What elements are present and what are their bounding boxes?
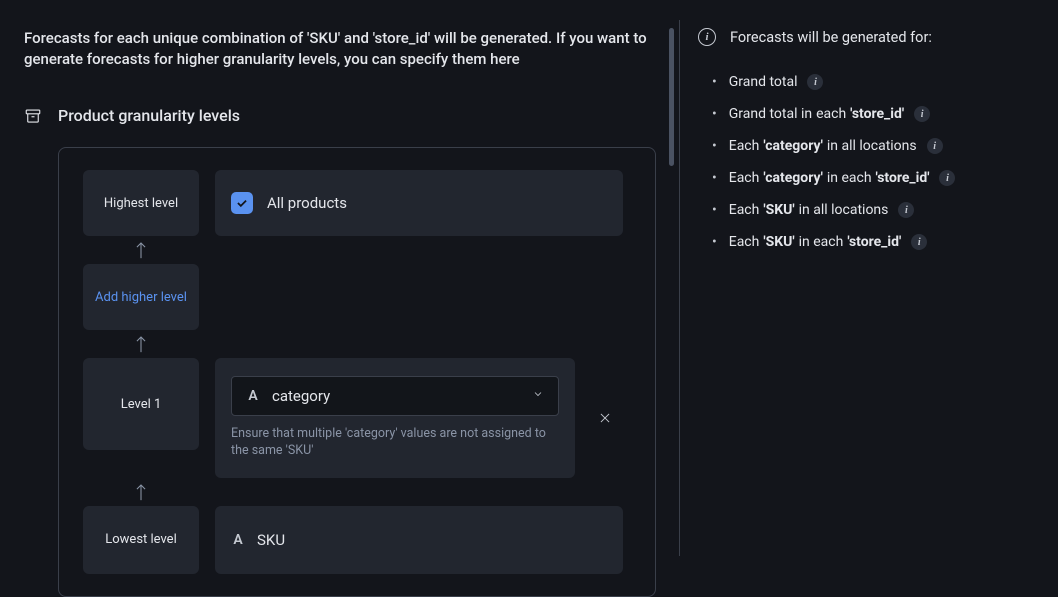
level-label-1: Level 1 <box>83 358 199 450</box>
category-select[interactable]: A category <box>231 376 559 416</box>
info-icon[interactable]: i <box>911 234 927 250</box>
section-header: Product granularity levels <box>24 106 656 125</box>
all-products-checkbox[interactable] <box>231 192 253 214</box>
levels-container: Highest level All products Add higher le… <box>58 147 656 597</box>
forecast-item: Each'SKU'in each'store_id'i <box>712 226 1034 258</box>
level-content-1: A category Ensure that multiple 'categor… <box>215 358 575 478</box>
info-icon[interactable]: i <box>807 74 823 90</box>
category-select-value: category <box>272 387 520 405</box>
level-row-add-higher: Add higher level <box>83 264 623 330</box>
level-row-level1: Level 1 A category Ensure that multiple … <box>83 358 623 478</box>
arrow-add-to-level1 <box>83 330 199 358</box>
info-icon: i <box>698 28 716 46</box>
level-row-lowest: Lowest level A SKU <box>83 506 623 574</box>
section-title: Product granularity levels <box>58 106 240 125</box>
forecast-item: Grand totali <box>712 66 1034 98</box>
text-type-icon: A <box>246 389 260 403</box>
close-icon <box>598 411 612 425</box>
level-content-lowest: A SKU <box>215 506 623 574</box>
archive-icon <box>24 107 42 125</box>
category-hint: Ensure that multiple 'category' values a… <box>231 426 559 460</box>
scrollbar-thumb[interactable] <box>669 28 674 166</box>
chevron-down-icon <box>532 388 544 404</box>
arrow-up-icon <box>134 334 148 354</box>
left-panel: Forecasts for each unique combination of… <box>0 0 680 556</box>
info-icon[interactable]: i <box>914 106 930 122</box>
add-higher-level-button[interactable]: Add higher level <box>83 264 199 330</box>
level-row-highest: Highest level All products <box>83 170 623 236</box>
remove-level-button[interactable] <box>587 411 623 425</box>
checkmark-icon <box>235 196 249 210</box>
info-icon[interactable]: i <box>927 138 943 154</box>
info-icon[interactable]: i <box>898 202 914 218</box>
level-content-highest: All products <box>215 170 623 236</box>
forecast-item: Each'SKU'in all locationsi <box>712 194 1034 226</box>
arrow-up-icon <box>134 240 148 260</box>
text-type-icon: A <box>231 533 245 547</box>
forecast-item: Each'category'in all locationsi <box>712 130 1034 162</box>
right-title: Forecasts will be generated for: <box>730 29 932 46</box>
arrow-highest-to-add <box>83 236 199 264</box>
all-products-label: All products <box>267 194 347 212</box>
forecast-list: Grand totaliGrand total ineach'store_id'… <box>698 66 1034 258</box>
forecast-item: Each'category'in each'store_id'i <box>712 162 1034 194</box>
description-text: Forecasts for each unique combination of… <box>24 28 656 70</box>
arrow-level1-to-lowest <box>83 478 199 506</box>
level-label-lowest: Lowest level <box>83 506 199 574</box>
forecast-item: Grand total ineach'store_id'i <box>712 98 1034 130</box>
right-panel: i Forecasts will be generated for: Grand… <box>680 0 1058 556</box>
sku-label: SKU <box>257 531 285 549</box>
info-icon[interactable]: i <box>939 170 955 186</box>
right-header: i Forecasts will be generated for: <box>698 28 1034 46</box>
divider <box>679 20 680 556</box>
arrow-up-icon <box>134 482 148 502</box>
level-label-highest: Highest level <box>83 170 199 236</box>
